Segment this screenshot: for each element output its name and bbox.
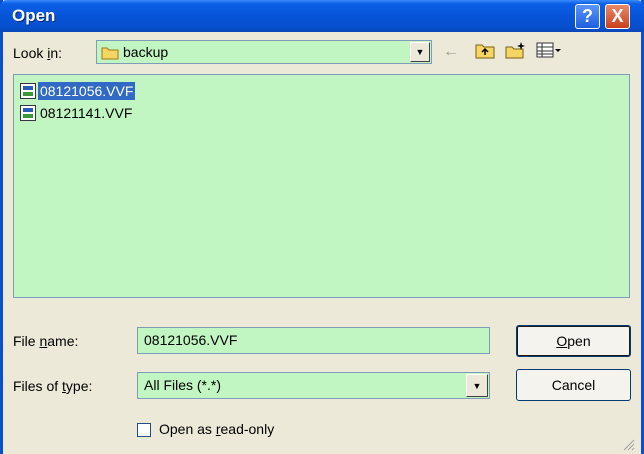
- chevron-down-icon: ▼: [472, 381, 482, 391]
- look-in-label: Look in:: [13, 45, 63, 61]
- vvf-file-icon: [20, 83, 36, 99]
- file-name-label: File name:: [13, 333, 79, 349]
- folder-icon: [101, 44, 119, 63]
- file-type-dropdown-button[interactable]: ▼: [466, 374, 488, 397]
- file-type-label: Files of type:: [13, 378, 93, 394]
- views-menu-icon[interactable]: [536, 41, 562, 63]
- title-bar[interactable]: Open ? X: [0, 0, 644, 32]
- read-only-label: Open as read-only: [159, 421, 275, 437]
- list-item[interactable]: 08121056.VVF: [20, 81, 136, 101]
- vvf-file-icon: [20, 105, 36, 121]
- file-list[interactable]: 08121056.VVF 08121141.VVF: [13, 74, 630, 298]
- new-folder-icon[interactable]: [505, 41, 527, 63]
- chevron-down-icon: ▼: [415, 47, 425, 57]
- cancel-button[interactable]: Cancel: [516, 369, 631, 401]
- file-name-text: 08121141.VVF: [40, 105, 133, 121]
- help-icon: ?: [582, 6, 593, 26]
- back-icon[interactable]: ←: [443, 41, 459, 63]
- dialog-title: Open: [12, 6, 56, 25]
- look-in-value: backup: [123, 44, 169, 60]
- open-dialog: Open ? X Look in: backup ▼ ← 08121056.VV…: [0, 0, 644, 454]
- close-button[interactable]: X: [605, 4, 630, 29]
- file-type-value: All Files (*.*): [144, 377, 222, 393]
- help-button[interactable]: ?: [575, 4, 600, 29]
- read-only-checkbox[interactable]: [137, 423, 151, 437]
- resize-grip-icon[interactable]: [623, 438, 635, 451]
- look-in-dropdown-button[interactable]: ▼: [410, 42, 430, 62]
- file-name-text: 08121056.VVF: [38, 82, 136, 100]
- open-button[interactable]: Open: [516, 325, 631, 357]
- list-item[interactable]: 08121141.VVF: [20, 103, 134, 123]
- file-type-dropdown[interactable]: All Files (*.*) ▼: [137, 372, 490, 399]
- close-icon: X: [611, 6, 624, 26]
- up-folder-icon[interactable]: [475, 41, 495, 63]
- look-in-dropdown[interactable]: backup ▼: [96, 40, 432, 64]
- file-name-input[interactable]: 08121056.VVF: [137, 327, 490, 354]
